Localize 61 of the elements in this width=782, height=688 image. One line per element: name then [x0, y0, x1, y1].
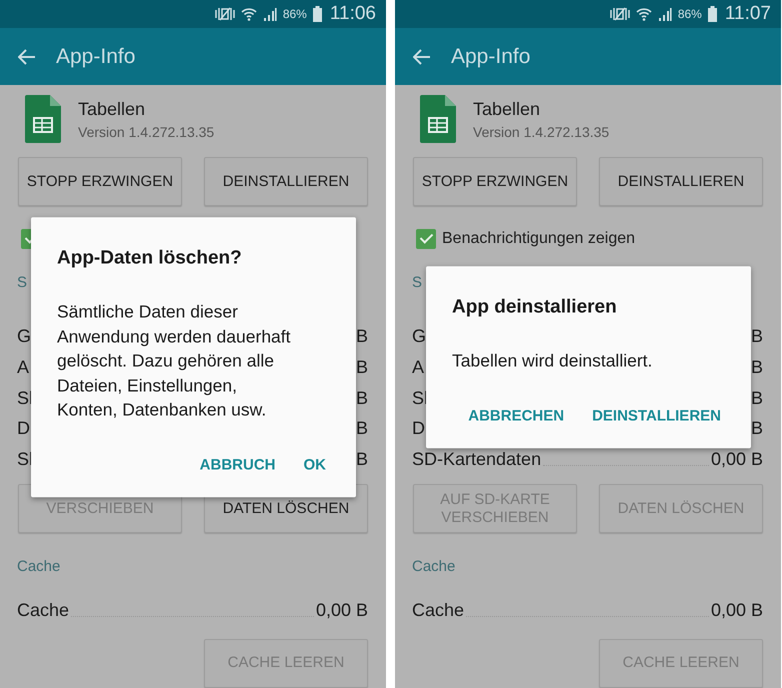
cache-value: 0,00 B: [316, 600, 368, 621]
signal-icon: [262, 7, 277, 22]
app-version: Version 1.4.272.13.35: [473, 124, 610, 140]
dialog-action[interactable]: ABBRUCH: [200, 456, 276, 473]
dialog-message: Tabellen wird deinstalliert.: [452, 349, 654, 372]
section-header: S: [412, 274, 422, 292]
wifi-icon: [636, 7, 652, 22]
dialog-title: App-Daten löschen?: [57, 247, 243, 270]
back-arrow-icon[interactable]: [413, 48, 431, 65]
storage-value: B: [356, 326, 368, 348]
storage-value: B: [750, 356, 763, 378]
checkbox-label: Benachrichtigungen zeigen: [442, 230, 636, 248]
storage-value: B: [750, 388, 763, 409]
dialog-action[interactable]: DEINSTALLIEREN: [592, 406, 721, 424]
app-name: Tabellen: [78, 99, 146, 120]
dialog-message: Sämtliche Daten dieser Anwendung werden dauerhaft gelöscht. Dazu gehören alle Dateien, Einstellungen, Konten, Datenbanken usw.: [57, 300, 292, 422]
action-button[interactable]: DEINSTALLIEREN: [599, 157, 763, 206]
checkbox[interactable]: [416, 228, 436, 249]
storage-label: SD-Kartendaten: [412, 449, 542, 470]
clock-time: 11:07: [724, 3, 771, 26]
storage-label: G: [17, 326, 32, 348]
app-version: Version 1.4.272.13.35: [78, 124, 214, 140]
section-header: Cache: [412, 558, 456, 576]
section-header: S: [17, 274, 28, 292]
cache-value: 0,00 B: [710, 600, 763, 621]
wifi-icon: [240, 7, 257, 22]
battery-percent: 86%: [282, 7, 307, 22]
action-button[interactable]: STOPP ERZWINGEN: [413, 157, 577, 206]
spreadsheet-icon: [420, 95, 456, 144]
storage-value: B: [356, 356, 368, 378]
dialog-title: App deinstallieren: [452, 296, 618, 318]
spreadsheet-icon: [25, 95, 61, 144]
storage-value: B: [750, 418, 763, 440]
vibrate-mute-icon: [610, 7, 630, 22]
section-header: Cache: [17, 558, 60, 576]
battery-percent: 86%: [678, 7, 702, 22]
battery-icon: [708, 6, 717, 22]
dialog-action[interactable]: OK: [304, 456, 326, 473]
storage-label: A: [412, 356, 424, 378]
storage-value: B: [750, 326, 763, 348]
storage-label: G: [412, 326, 426, 348]
vibrate-mute-icon: [214, 7, 235, 22]
battery-icon: [312, 6, 322, 22]
storage-value: 0,00 B: [710, 449, 763, 470]
storage-value: B: [356, 418, 368, 440]
storage-label: D: [412, 418, 425, 440]
storage-label: D: [17, 418, 30, 440]
storage-label: A: [17, 356, 30, 378]
action-button[interactable]: STOPP ERZWINGEN: [18, 157, 182, 206]
cache-label: Cache: [412, 600, 464, 621]
clock-time: 11:06: [330, 3, 376, 26]
storage-value: B: [356, 388, 368, 409]
dialog-action[interactable]: ABBRECHEN: [468, 406, 564, 424]
storage-value: B: [356, 449, 368, 470]
screen-title: App-Info: [56, 44, 136, 69]
screen-title: App-Info: [451, 44, 530, 69]
signal-icon: [658, 7, 672, 22]
action-button[interactable]: DEINSTALLIEREN: [204, 157, 368, 206]
app-name: Tabellen: [473, 99, 542, 120]
back-arrow-icon[interactable]: [18, 48, 36, 65]
cache-label: Cache: [17, 600, 70, 621]
